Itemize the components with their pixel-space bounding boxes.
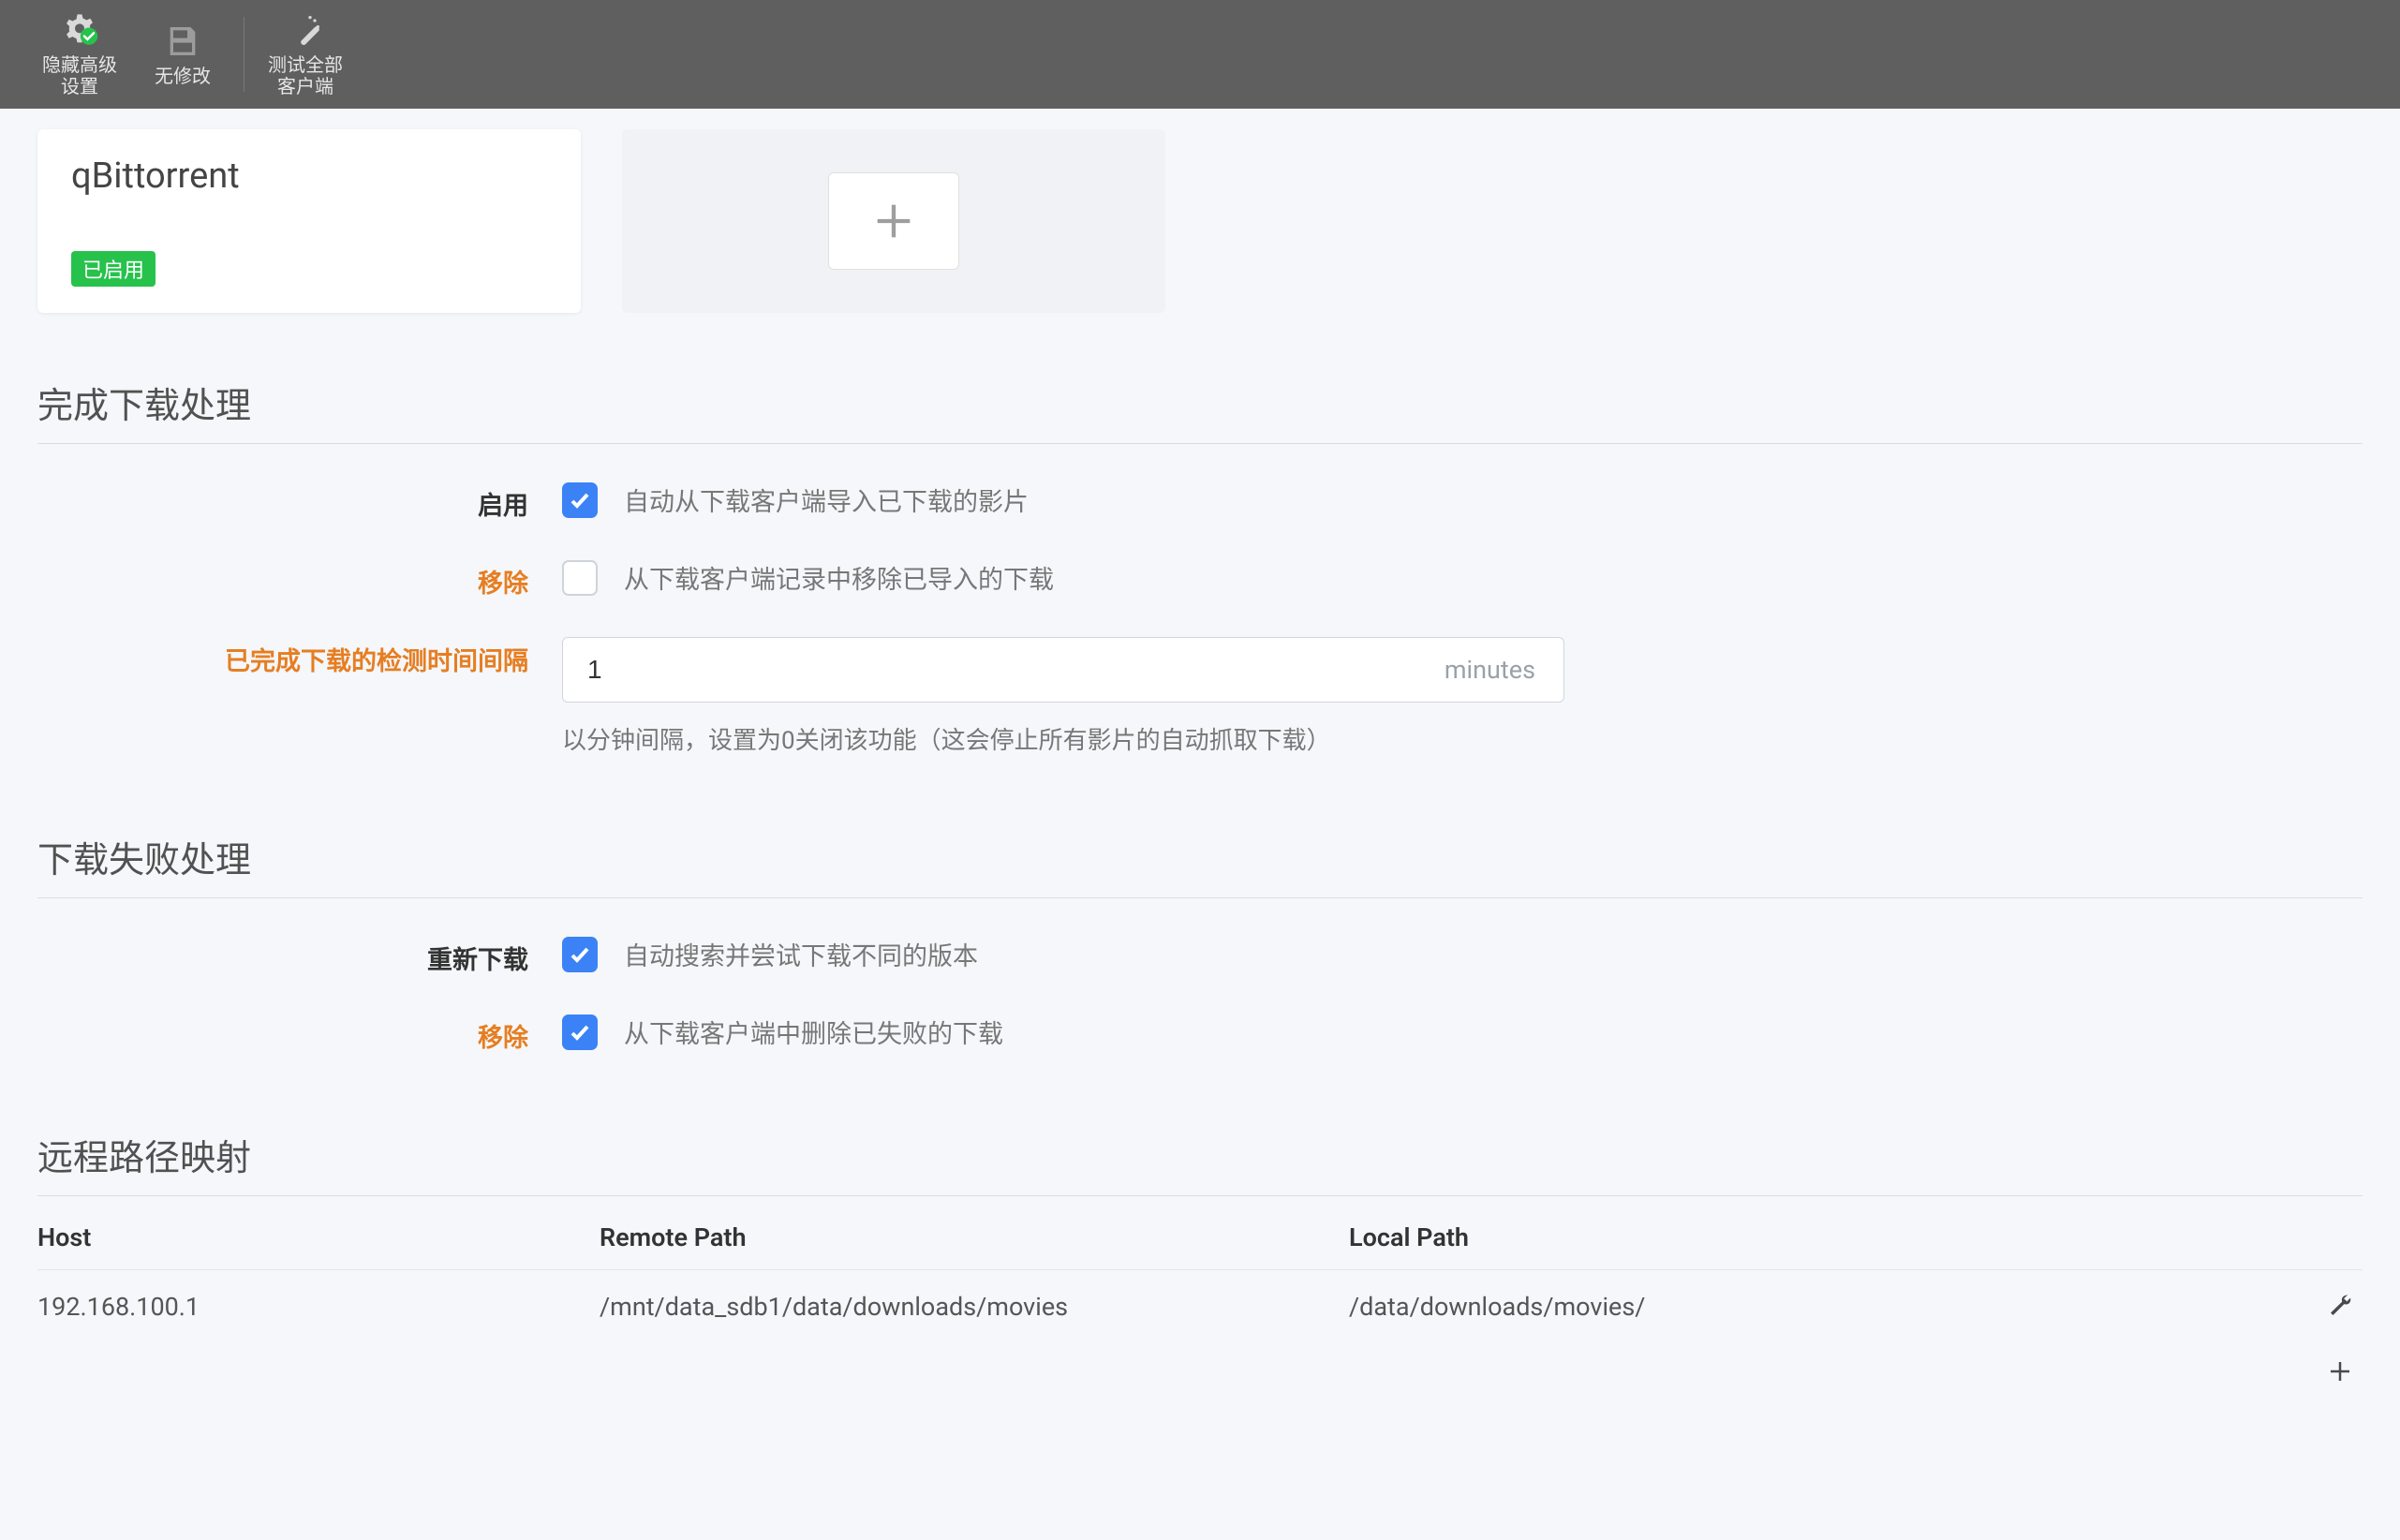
table-header: Host Remote Path Local Path: [37, 1206, 2363, 1270]
row-completed-remove: 移除 从下载客户端记录中移除已导入的下载: [37, 559, 2363, 600]
add-client-card: [622, 129, 1165, 313]
label-enable: 启用: [37, 481, 562, 522]
table-row: 192.168.100.1 /mnt/data_sdb1/data/downlo…: [37, 1270, 2363, 1343]
save-icon: [164, 22, 201, 60]
row-completed-enable: 启用 自动从下载客户端导入已下载的影片: [37, 481, 2363, 522]
interval-help: 以分钟间隔，设置为0关闭该功能（这会停止所有影片的自动抓取下载）: [562, 721, 2363, 756]
checkbox-completed-enable[interactable]: [562, 482, 598, 518]
no-changes-label: 无修改: [155, 66, 211, 87]
test-all-button[interactable]: 测试全部 客户端: [254, 4, 357, 105]
status-badge: 已启用: [71, 251, 156, 287]
hide-advanced-button[interactable]: 隐藏高级 设置: [28, 4, 131, 105]
add-client-button[interactable]: [828, 172, 959, 270]
gear-check-icon: [61, 11, 98, 49]
checkbox-completed-remove[interactable]: [562, 560, 598, 596]
client-card-qbittorrent[interactable]: qBittorrent 已启用: [37, 129, 581, 313]
desc-failed-remove: 从下载客户端中删除已失败的下载: [624, 1014, 1003, 1050]
section-title-completed: 完成下载处理: [37, 377, 2363, 428]
label-failed-remove: 移除: [37, 1014, 562, 1054]
edit-mapping-button[interactable]: [2321, 1287, 2359, 1325]
desc-completed-enable: 自动从下载客户端导入已下载的影片: [624, 481, 1029, 518]
section-rule: [37, 443, 2363, 444]
checkbox-failed-remove[interactable]: [562, 1014, 598, 1050]
label-redownload: 重新下载: [37, 936, 562, 976]
col-local: Local Path: [1349, 1222, 2288, 1252]
section-title-mapping: 远程路径映射: [37, 1129, 2363, 1180]
plus-icon: [2326, 1357, 2354, 1385]
interval-input-group: minutes: [562, 637, 1564, 703]
label-interval: 已完成下载的检测时间间隔: [37, 637, 562, 677]
section-rule: [37, 1195, 2363, 1196]
table-add-row: [37, 1343, 2363, 1401]
client-cards-row: qBittorrent 已启用: [37, 129, 2363, 313]
wrench-icon: [2326, 1292, 2354, 1320]
row-failed-remove: 移除 从下载客户端中删除已失败的下载: [37, 1014, 2363, 1054]
section-title-failed: 下载失败处理: [37, 831, 2363, 882]
page-content: qBittorrent 已启用 完成下载处理 启用 自动从下载客户端导入已下载的…: [0, 109, 2400, 1458]
checkbox-redownload[interactable]: [562, 937, 598, 972]
section-completed: 完成下载处理 启用 自动从下载客户端导入已下载的影片 移除 从下载客户端记录中移…: [37, 377, 2363, 756]
cell-local: /data/downloads/movies/: [1349, 1292, 2288, 1322]
row-failed-redownload: 重新下载 自动搜索并尝试下载不同的版本: [37, 936, 2363, 976]
path-mapping-table: Host Remote Path Local Path 192.168.100.…: [37, 1206, 2363, 1401]
test-all-label: 测试全部 客户端: [268, 54, 343, 97]
col-remote: Remote Path: [600, 1222, 1349, 1252]
col-host: Host: [37, 1222, 600, 1252]
desc-completed-remove: 从下载客户端记录中移除已导入的下载: [624, 559, 1054, 596]
hide-advanced-label: 隐藏高级 设置: [42, 54, 117, 97]
add-mapping-button[interactable]: [2321, 1353, 2359, 1390]
cell-host: 192.168.100.1: [37, 1292, 600, 1322]
desc-redownload: 自动搜索并尝试下载不同的版本: [624, 936, 978, 972]
interval-unit: minutes: [1416, 638, 1563, 702]
row-completed-interval: 已完成下载的检测时间间隔 minutes 以分钟间隔，设置为0关闭该功能（这会停…: [37, 637, 2363, 756]
section-mapping: 远程路径映射 Host Remote Path Local Path 192.1…: [37, 1129, 2363, 1401]
section-rule: [37, 897, 2363, 898]
client-card-name: qBittorrent: [71, 155, 547, 197]
label-completed-remove: 移除: [37, 559, 562, 600]
cell-remote: /mnt/data_sdb1/data/downloads/movies: [600, 1292, 1349, 1322]
plus-icon: [869, 197, 918, 245]
section-failed: 下载失败处理 重新下载 自动搜索并尝试下载不同的版本 移除 从下载客户端中删除已…: [37, 831, 2363, 1054]
toolbar: 隐藏高级 设置 无修改 测试全部 客户端: [0, 0, 2400, 109]
wand-icon: [287, 11, 324, 49]
no-changes-button[interactable]: 无修改: [131, 15, 234, 95]
interval-input[interactable]: [563, 638, 1416, 702]
